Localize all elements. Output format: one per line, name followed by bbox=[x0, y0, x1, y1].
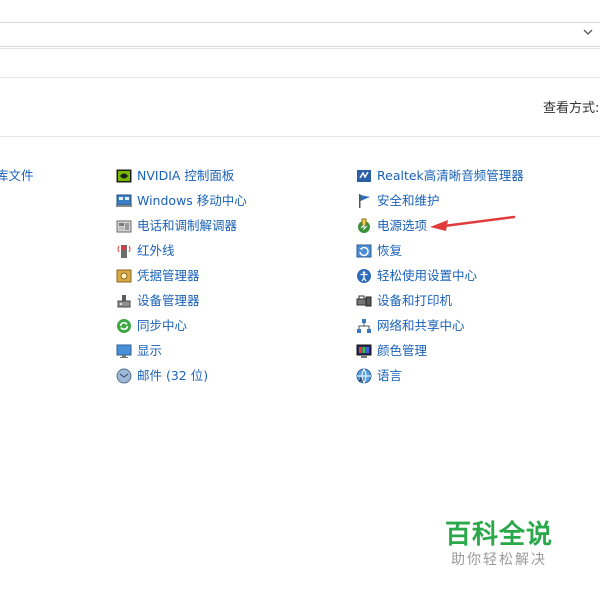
control-panel-item-realtek-audio[interactable]: Realtek高清晰音频管理器 bbox=[356, 166, 524, 186]
control-panel-item-language[interactable]: A 语言 bbox=[356, 366, 402, 386]
control-panel-item-windows-mobility-center[interactable]: Windows 移动中心 bbox=[116, 191, 247, 211]
item-label: 网络和共享中心 bbox=[377, 318, 465, 333]
item-label: Windows 移动中心 bbox=[137, 193, 247, 208]
item-label: 电源选项 bbox=[377, 218, 428, 233]
control-panel-item-device-manager[interactable]: 设备管理器 bbox=[116, 291, 200, 311]
item-label: 颜色管理 bbox=[377, 343, 428, 358]
item-label: 轻松使用设置中心 bbox=[377, 268, 478, 283]
item-label: Realtek高清晰音频管理器 bbox=[377, 168, 524, 183]
item-label: 安全和维护 bbox=[377, 193, 440, 208]
address-bar-area bbox=[0, 0, 600, 49]
control-panel-item-credential-manager[interactable]: 凭据管理器 bbox=[116, 266, 200, 286]
watermark-logo: 百科全说 助你轻松解决 bbox=[440, 514, 590, 574]
display-icon bbox=[116, 343, 132, 359]
control-panel-item-devices-printers[interactable]: 设备和打印机 bbox=[356, 291, 452, 311]
control-panel-item-color-management[interactable]: 颜色管理 bbox=[356, 341, 427, 361]
control-panel-item-network-sharing[interactable]: 网络和共享中心 bbox=[356, 316, 465, 336]
item-label: 恢复 bbox=[377, 243, 403, 258]
item-label: 设备和打印机 bbox=[377, 293, 453, 308]
item-label: 同步中心 bbox=[137, 318, 188, 333]
item-label: 语言 bbox=[377, 368, 403, 383]
control-panel-item-display[interactable]: 显示 bbox=[116, 341, 162, 361]
sync-center-icon bbox=[116, 318, 132, 334]
control-panel-item-infrared[interactable]: 红外线 bbox=[116, 241, 175, 261]
recovery-icon bbox=[356, 243, 372, 259]
phone-modem-icon bbox=[116, 218, 132, 234]
credential-manager-icon bbox=[116, 268, 132, 284]
mobility-center-icon bbox=[116, 193, 132, 209]
chevron-down-icon[interactable] bbox=[580, 26, 596, 42]
control-panel-item-security-maintenance[interactable]: 安全和维护 bbox=[356, 191, 440, 211]
control-panel-item-nvidia[interactable]: NVIDIA 控制面板 bbox=[116, 166, 234, 186]
item-label: 电话和调制解调器 bbox=[137, 218, 238, 233]
item-label: 凭据管理器 bbox=[137, 268, 200, 283]
view-by-label[interactable]: 查看方式: bbox=[543, 97, 599, 116]
infrared-icon bbox=[116, 243, 132, 259]
control-panel-item-recovery[interactable]: 恢复 bbox=[356, 241, 402, 261]
item-label: 设备管理器 bbox=[137, 293, 200, 308]
control-panel-item-mail[interactable]: 邮件 (32 位) bbox=[116, 366, 208, 386]
item-label: 显示 bbox=[137, 343, 163, 358]
language-icon: A bbox=[356, 368, 372, 384]
realtek-audio-icon bbox=[356, 168, 372, 184]
control-panel-item-library[interactable]: 库文件 bbox=[0, 166, 34, 186]
item-label: 库文件 bbox=[0, 168, 34, 183]
mail-icon bbox=[116, 368, 132, 384]
red-arrow-annotation bbox=[430, 215, 516, 231]
control-panel-item-sync-center[interactable]: 同步中心 bbox=[116, 316, 187, 336]
header-band bbox=[0, 77, 600, 137]
address-input[interactable] bbox=[0, 22, 600, 47]
item-label: NVIDIA 控制面板 bbox=[137, 168, 235, 183]
nvidia-icon bbox=[116, 168, 132, 184]
watermark-title: 百科全说 bbox=[445, 520, 554, 550]
item-label: 红外线 bbox=[137, 243, 175, 258]
watermark-subtitle: 助你轻松解决 bbox=[451, 552, 547, 568]
devices-printers-icon bbox=[356, 293, 372, 309]
control-panel-item-ease-of-access[interactable]: 轻松使用设置中心 bbox=[356, 266, 477, 286]
power-options-icon bbox=[356, 218, 372, 234]
control-panel-item-phone-modem[interactable]: 电话和调制解调器 bbox=[116, 216, 237, 236]
item-label: 邮件 (32 位) bbox=[137, 368, 209, 383]
security-flag-icon bbox=[356, 193, 372, 209]
ease-of-access-icon bbox=[356, 268, 372, 284]
color-management-icon bbox=[356, 343, 372, 359]
control-panel-item-power-options[interactable]: 电源选项 bbox=[356, 216, 427, 236]
network-sharing-icon bbox=[356, 318, 372, 334]
device-manager-icon bbox=[116, 293, 132, 309]
